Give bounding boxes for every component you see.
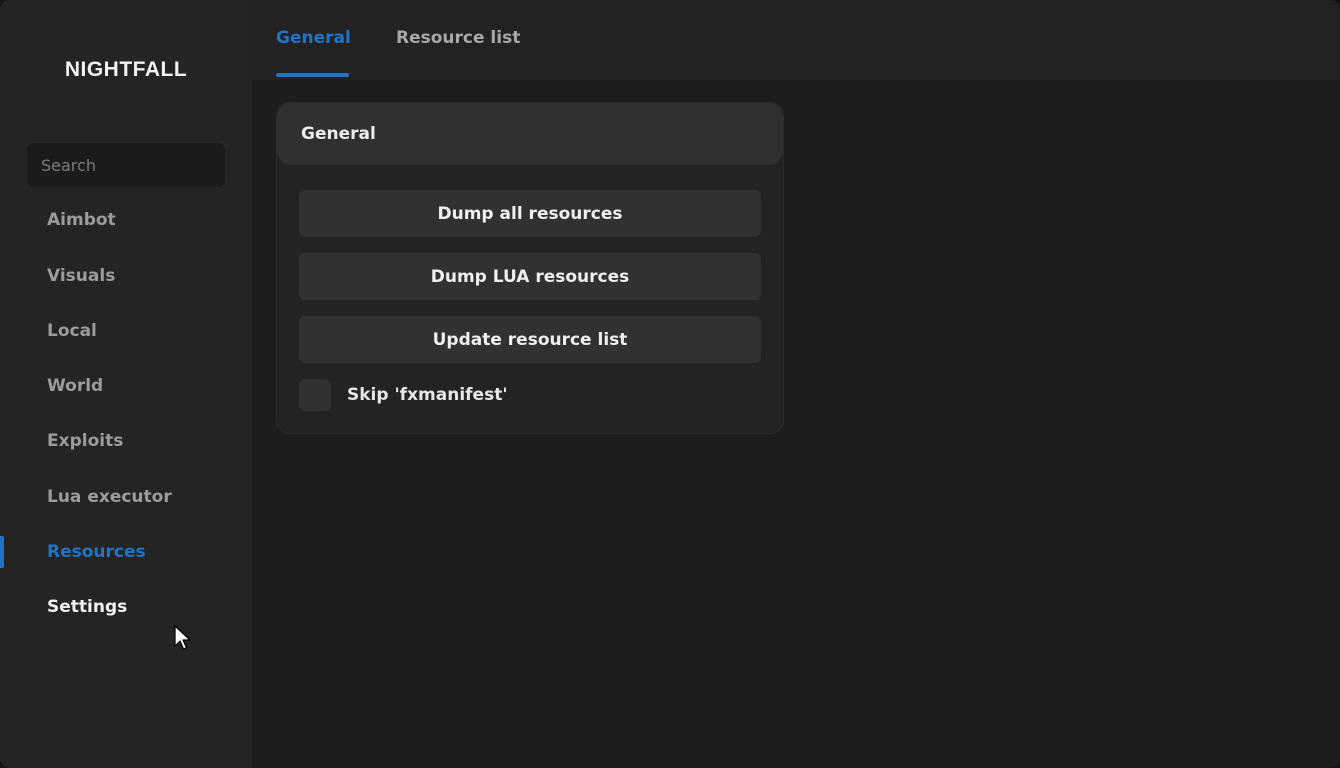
general-panel: General Dump all resources Dump LUA reso… — [276, 102, 784, 434]
main-content: General Dump all resources Dump LUA reso… — [252, 80, 1340, 768]
dump-all-resources-button[interactable]: Dump all resources — [299, 190, 761, 237]
tab-general[interactable]: General — [276, 28, 351, 48]
dump-lua-resources-button[interactable]: Dump LUA resources — [299, 253, 761, 300]
tab-resource-list[interactable]: Resource list — [396, 28, 520, 48]
sidebar-item-world[interactable]: World — [0, 366, 252, 406]
sidebar-item-exploits[interactable]: Exploits — [0, 421, 252, 461]
update-resource-list-button[interactable]: Update resource list — [299, 316, 761, 363]
panel-header: General — [277, 103, 783, 165]
sidebar-item-lua-executor[interactable]: Lua executor — [0, 477, 252, 517]
skip-fxmanifest-checkbox[interactable] — [299, 379, 331, 411]
app-window: NIGHTFALL Aimbot Visuals Local World Exp… — [0, 0, 1340, 768]
sidebar: NIGHTFALL Aimbot Visuals Local World Exp… — [0, 0, 252, 768]
tab-active-underline — [276, 73, 349, 77]
tab-bar: General Resource list — [252, 0, 1340, 80]
search-input[interactable] — [26, 142, 226, 188]
sidebar-item-aimbot[interactable]: Aimbot — [0, 200, 252, 240]
skip-fxmanifest-label: Skip 'fxmanifest' — [347, 385, 508, 405]
brand-logo: NIGHTFALL — [64, 58, 188, 81]
sidebar-item-visuals[interactable]: Visuals — [0, 256, 252, 296]
panel-title: General — [301, 124, 376, 144]
sidebar-item-settings[interactable]: Settings — [0, 587, 252, 627]
sidebar-item-resources[interactable]: Resources — [0, 532, 252, 572]
mouse-pointer-icon — [174, 625, 191, 650]
sidebar-item-local[interactable]: Local — [0, 311, 252, 351]
